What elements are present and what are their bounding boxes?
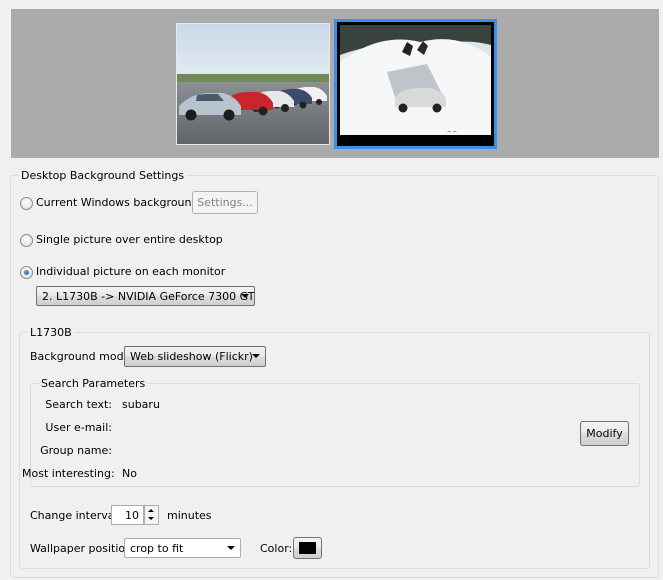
single-picture-label[interactable]: Single picture over entire desktop (36, 233, 223, 246)
change-interval-spinner[interactable] (144, 505, 159, 525)
monitor-select-value: 2. L1730B -> NVIDIA GeForce 7300 GT (42, 290, 255, 303)
background-mode-select[interactable]: Web slideshow (Flickr) (124, 346, 266, 367)
change-interval-label: Change interval: (30, 509, 122, 522)
individual-picture-label[interactable]: Individual picture on each monitor (36, 265, 225, 278)
spin-up-icon[interactable] (145, 506, 158, 515)
change-interval-unit: minutes (167, 509, 212, 522)
most-interesting-value: No (122, 467, 137, 480)
chevron-down-icon (241, 294, 249, 298)
settings-button[interactable]: Settings... (192, 191, 258, 214)
background-mode-label: Background mode: (30, 350, 135, 363)
search-text-value: subaru (122, 398, 160, 411)
spin-down-icon[interactable] (145, 515, 158, 524)
search-parameters-title: Search Parameters (39, 377, 148, 390)
color-picker-button[interactable] (293, 537, 322, 559)
current-windows-background-label[interactable]: Current Windows background (36, 196, 198, 209)
color-label: Color: (260, 542, 293, 555)
monitor-2-preview[interactable]: ~ ~ (334, 19, 497, 149)
single-picture-radio[interactable] (20, 234, 33, 247)
individual-picture-radio[interactable] (20, 266, 33, 279)
chevron-down-icon (227, 546, 235, 550)
wallpaper-position-value: crop to fit (130, 542, 184, 555)
wallpaper-position-select[interactable]: crop to fit (124, 538, 241, 558)
chevron-down-icon (252, 354, 260, 358)
group-name-label: Group name: (40, 444, 112, 457)
svg-text:~ ~: ~ ~ (447, 129, 457, 135)
wallpaper-position-label: Wallpaper position: (30, 542, 136, 555)
cars-thumbnail-image (177, 24, 329, 144)
monitor-select[interactable]: 2. L1730B -> NVIDIA GeForce 7300 GT (36, 286, 255, 306)
desktop-background-settings-title: Desktop Background Settings (19, 169, 187, 182)
most-interesting-label: Most interesting: (22, 467, 115, 480)
user-email-label: User e-mail: (45, 421, 112, 434)
change-interval-input[interactable]: 10 (111, 505, 144, 525)
color-swatch (299, 542, 316, 554)
monitor-settings-title: L1730B (28, 326, 74, 339)
background-mode-value: Web slideshow (Flickr) (130, 350, 253, 363)
monitor-1-preview[interactable] (176, 23, 330, 145)
current-windows-background-radio[interactable] (20, 197, 33, 210)
modify-button[interactable]: Modify (580, 421, 629, 446)
search-text-label: Search text: (45, 398, 112, 411)
snow-jump-thumbnail-image: ~ ~ (337, 22, 494, 146)
change-interval-value: 10 (125, 509, 139, 522)
